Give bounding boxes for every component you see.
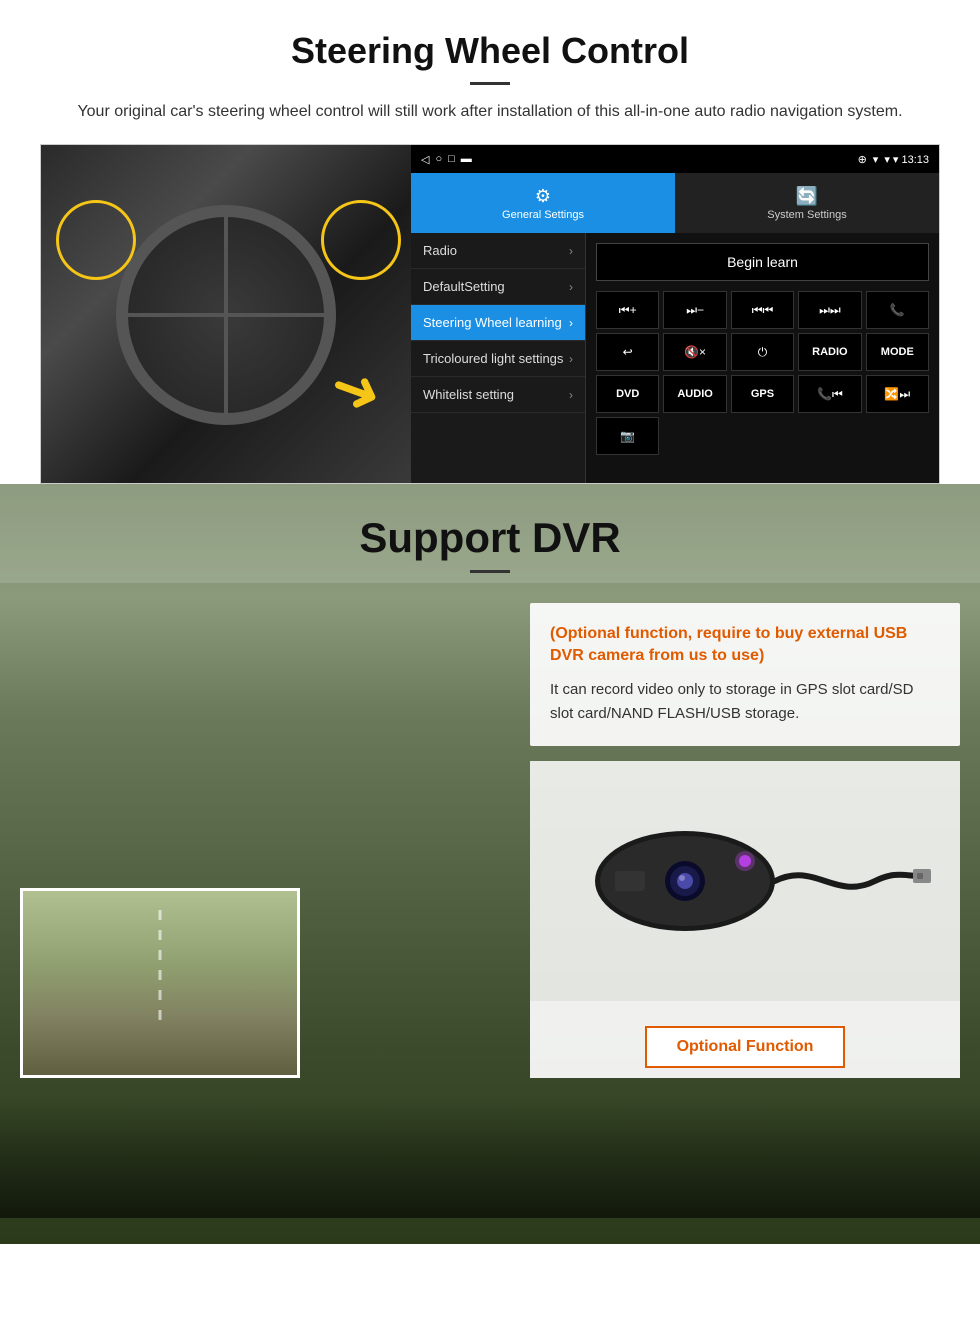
ctrl-btn-shuffle[interactable]: 🔀⏭ bbox=[866, 375, 929, 413]
menu-arrow-whitelist: › bbox=[569, 388, 573, 402]
menu-item-defaultsetting[interactable]: DefaultSetting › bbox=[411, 269, 585, 305]
ctrl-btn-call-prev[interactable]: 📞⏮ bbox=[798, 375, 861, 413]
dvr-description: It can record video only to storage in G… bbox=[550, 678, 940, 726]
screenshot-icon: ▬ bbox=[461, 153, 472, 165]
ctrl-btn-call[interactable]: 📞 bbox=[866, 291, 929, 329]
menu-item-steering[interactable]: Steering Wheel learning › bbox=[411, 305, 585, 341]
menu-tricoloured-label: Tricoloured light settings bbox=[423, 351, 563, 366]
tab-system-label: System Settings bbox=[767, 209, 846, 221]
steering-photo: ➜ bbox=[41, 145, 411, 484]
ctrl-btn-power[interactable]: ⏻ bbox=[731, 333, 794, 371]
ctrl-btn-extra[interactable]: 📷 bbox=[596, 417, 659, 455]
dvr-bottom-area bbox=[0, 1098, 980, 1218]
clock: ▾ ▾ 13:13 bbox=[884, 153, 929, 166]
steering-description: Your original car's steering wheel contr… bbox=[60, 100, 920, 124]
menu-arrow-tricoloured: › bbox=[569, 352, 573, 366]
dvr-left-panel bbox=[20, 603, 510, 1078]
gps-icon: ⊕ bbox=[858, 153, 867, 166]
road-line bbox=[159, 909, 162, 1019]
system-settings-icon: 🔄 bbox=[796, 186, 818, 207]
menu-item-tricoloured[interactable]: Tricoloured light settings › bbox=[411, 341, 585, 377]
dvr-section: Support DVR (Optional function, require … bbox=[0, 484, 980, 1244]
dvr-camera-area bbox=[530, 761, 960, 1001]
menu-default-label: DefaultSetting bbox=[423, 279, 505, 294]
title-divider bbox=[470, 82, 510, 85]
arrow-icon: ➜ bbox=[320, 349, 391, 432]
tab-general-label: General Settings bbox=[502, 209, 584, 221]
dvr-right-panel: (Optional function, require to buy exter… bbox=[530, 603, 960, 1078]
content-panel: Begin learn ⏮+ ⏭− ⏮⏮ ⏭⏭ 📞 ↩ 🔇× ⏻ RADIO M… bbox=[586, 233, 939, 483]
nav-icons: ◁ ○ □ ▬ bbox=[421, 153, 472, 166]
highlight-circle-right bbox=[321, 200, 401, 280]
menu-item-whitelist[interactable]: Whitelist setting › bbox=[411, 377, 585, 413]
ctrl-btn-dvd[interactable]: DVD bbox=[596, 375, 659, 413]
begin-learn-button[interactable]: Begin learn bbox=[596, 243, 929, 281]
menu-panel: Radio › DefaultSetting › Steering Wheel … bbox=[411, 233, 586, 483]
optional-btn-container: Optional Function bbox=[530, 1001, 960, 1078]
android-tabs: ⚙ General Settings 🔄 System Settings bbox=[411, 173, 939, 233]
menu-arrow-radio: › bbox=[569, 244, 573, 258]
menu-whitelist-label: Whitelist setting bbox=[423, 387, 514, 402]
menu-arrow-default: › bbox=[569, 280, 573, 294]
status-icons: ⊕ ▾ ▾ ▾ 13:13 bbox=[858, 153, 929, 166]
ctrl-btn-gps[interactable]: GPS bbox=[731, 375, 794, 413]
ctrl-btn-vol-down[interactable]: ⏭− bbox=[663, 291, 726, 329]
dvr-main-content: (Optional function, require to buy exter… bbox=[0, 583, 980, 1098]
control-button-grid: ⏮+ ⏭− ⏮⏮ ⏭⏭ 📞 ↩ 🔇× ⏻ RADIO MODE DVD AUDI… bbox=[596, 291, 929, 455]
ctrl-btn-next[interactable]: ⏭⏭ bbox=[798, 291, 861, 329]
dvr-thumbnail bbox=[20, 888, 300, 1078]
ctrl-btn-hangup[interactable]: ↩ bbox=[596, 333, 659, 371]
general-settings-icon: ⚙ bbox=[535, 186, 551, 207]
dvr-title-divider bbox=[470, 570, 510, 573]
tab-system[interactable]: 🔄 System Settings bbox=[675, 173, 939, 233]
optional-function-button[interactable]: Optional Function bbox=[645, 1026, 846, 1068]
dvr-heading: Support DVR bbox=[0, 484, 980, 583]
page-title: Steering Wheel Control bbox=[40, 30, 940, 72]
ctrl-btn-audio[interactable]: AUDIO bbox=[663, 375, 726, 413]
tab-general[interactable]: ⚙ General Settings bbox=[411, 173, 675, 233]
menu-arrow-steering: › bbox=[569, 316, 573, 330]
ctrl-btn-mute[interactable]: 🔇× bbox=[663, 333, 726, 371]
optional-title: (Optional function, require to buy exter… bbox=[550, 623, 940, 668]
menu-steering-label: Steering Wheel learning bbox=[423, 315, 562, 330]
ctrl-btn-mode[interactable]: MODE bbox=[866, 333, 929, 371]
camera-svg bbox=[555, 781, 935, 981]
ctrl-btn-vol-up[interactable]: ⏮+ bbox=[596, 291, 659, 329]
menu-item-radio[interactable]: Radio › bbox=[411, 233, 585, 269]
steering-section: Steering Wheel Control Your original car… bbox=[0, 0, 980, 484]
dvr-title: Support DVR bbox=[0, 514, 980, 562]
back-icon: ◁ bbox=[421, 153, 429, 166]
highlight-circle-left bbox=[56, 200, 136, 280]
menu-radio-label: Radio bbox=[423, 243, 457, 258]
android-statusbar: ◁ ○ □ ▬ ⊕ ▾ ▾ ▾ 13:13 bbox=[411, 145, 939, 173]
steering-wheel bbox=[116, 205, 336, 425]
android-ui: ◁ ○ □ ▬ ⊕ ▾ ▾ ▾ 13:13 ⚙ General Settings bbox=[411, 145, 939, 483]
ctrl-btn-prev[interactable]: ⏮⏮ bbox=[731, 291, 794, 329]
ctrl-btn-radio[interactable]: RADIO bbox=[798, 333, 861, 371]
recents-icon: □ bbox=[448, 153, 455, 165]
wifi-icon: ▾ bbox=[873, 153, 879, 166]
home-icon: ○ bbox=[435, 153, 442, 165]
screenshot-container: ➜ ◁ ○ □ ▬ ⊕ ▾ ▾ ▾ 13:13 bbox=[40, 144, 940, 484]
android-content: Radio › DefaultSetting › Steering Wheel … bbox=[411, 233, 939, 483]
dvr-thumbnail-inner bbox=[23, 891, 297, 1075]
dvr-info-box: (Optional function, require to buy exter… bbox=[530, 603, 960, 746]
